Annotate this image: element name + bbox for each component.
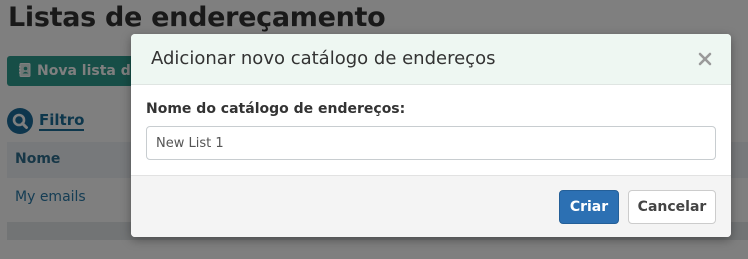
add-address-book-dialog: Adicionar novo catálogo de endereços Nom… bbox=[131, 34, 731, 237]
dialog-footer: Criar Cancelar bbox=[131, 175, 731, 237]
dialog-header: Adicionar novo catálogo de endereços bbox=[131, 34, 731, 85]
create-button[interactable]: Criar bbox=[559, 190, 619, 224]
close-button[interactable] bbox=[695, 49, 715, 69]
dialog-title: Adicionar novo catálogo de endereços bbox=[151, 48, 496, 69]
catalog-name-input[interactable] bbox=[146, 126, 716, 160]
cancel-button[interactable]: Cancelar bbox=[628, 190, 716, 224]
close-icon bbox=[698, 52, 712, 66]
catalog-name-label: Nome do catálogo de endereços: bbox=[146, 101, 406, 117]
